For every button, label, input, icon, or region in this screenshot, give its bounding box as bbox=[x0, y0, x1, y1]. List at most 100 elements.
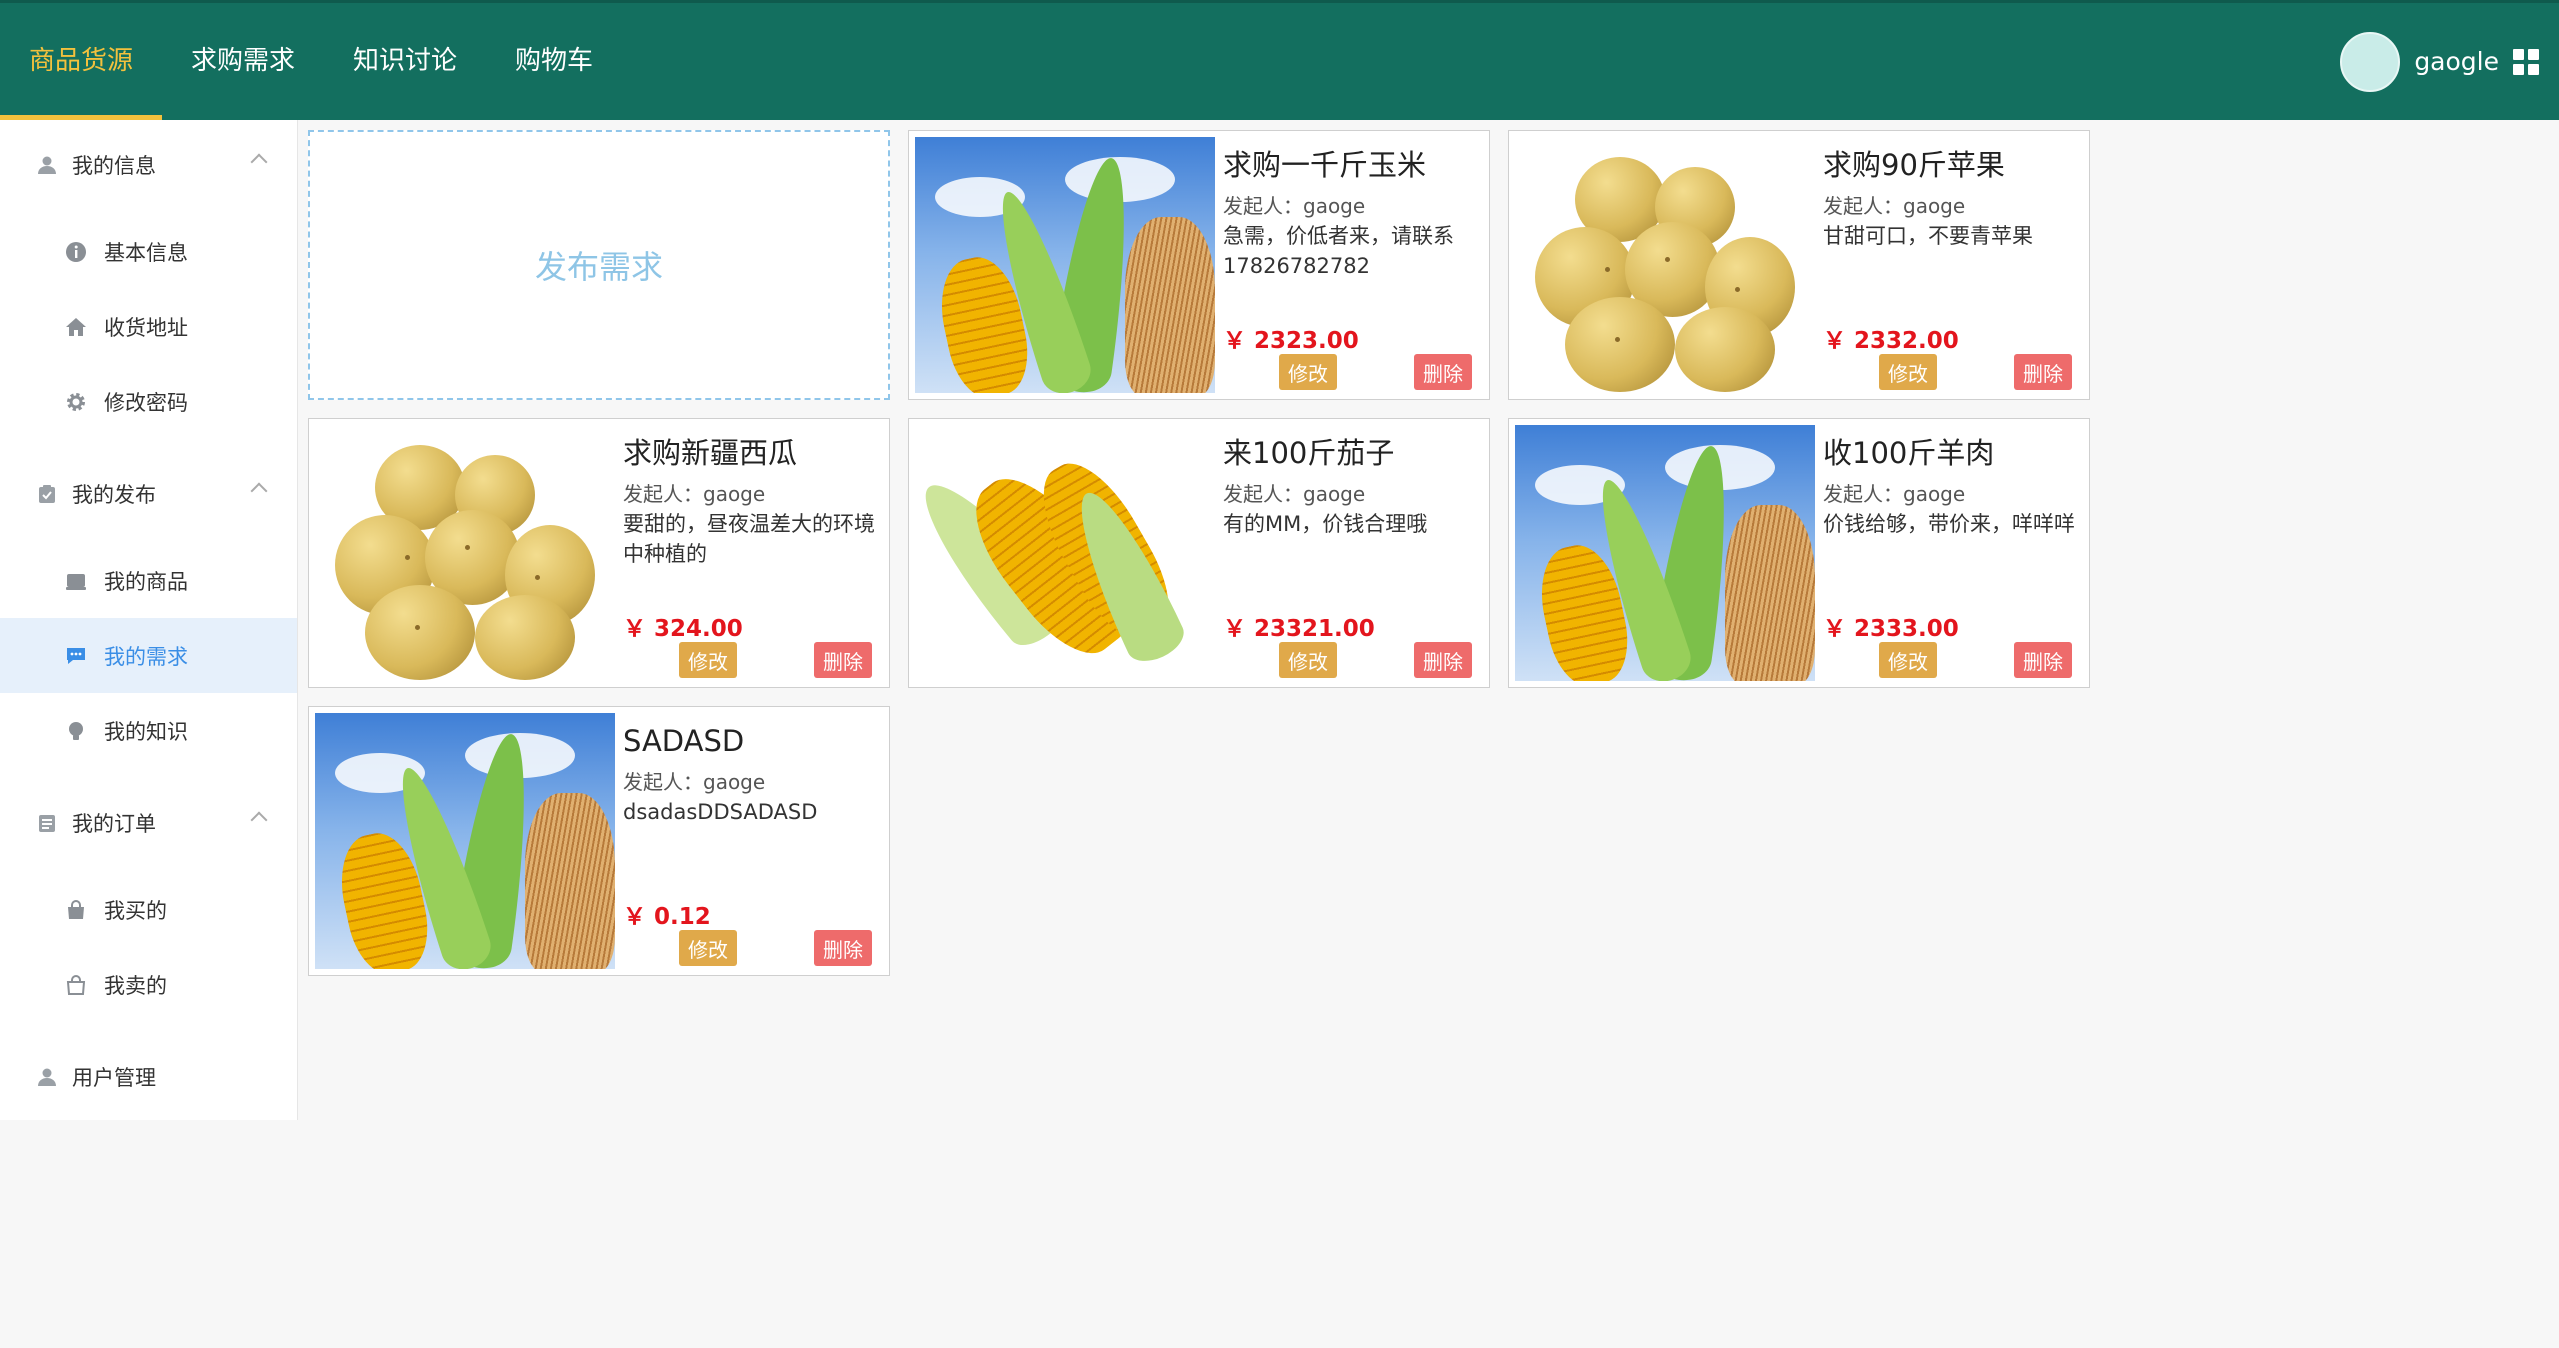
demand-card: 来100斤茄子 发起人：gaoge 有的MM，价钱合理哦 ￥ 23321.00 … bbox=[908, 418, 1490, 688]
sidebar-item-change-password[interactable]: 修改密码 bbox=[0, 364, 297, 439]
nav-cart[interactable]: 购物车 bbox=[486, 3, 622, 120]
edit-button[interactable]: 修改 bbox=[679, 930, 737, 966]
delete-button[interactable]: 删除 bbox=[814, 930, 872, 966]
sidebar-item-label: 我的商品 bbox=[104, 569, 188, 594]
card-poster: 发起人：gaoge bbox=[1823, 194, 1966, 218]
sidebar-group-my-publish[interactable]: 我的发布 bbox=[0, 449, 297, 539]
nav-goods-supply[interactable]: 商品货源 bbox=[0, 3, 163, 120]
card-price: ￥ 2333.00 bbox=[1823, 616, 1959, 642]
bulb-icon bbox=[64, 719, 88, 743]
sidebar-item-my-goods[interactable]: 我的商品 bbox=[0, 543, 297, 618]
card-info: 收100斤羊肉 发起人：gaoge 价钱给够，带价来，咩咩咩 bbox=[1823, 433, 2079, 539]
product-image[interactable] bbox=[915, 137, 1215, 393]
sidebar-item-user-management[interactable]: 用户管理 bbox=[0, 1032, 297, 1122]
demand-card: SADASD 发起人：gaoge dsadasDDSADASD ￥ 0.12 修… bbox=[308, 706, 890, 976]
card-info: 求购新疆西瓜 发起人：gaoge 要甜的，昼夜温差大的环境中种植的 bbox=[623, 433, 879, 569]
sidebar-item-label: 修改密码 bbox=[104, 390, 188, 415]
sidebar-item-label: 基本信息 bbox=[104, 240, 188, 265]
delete-button[interactable]: 删除 bbox=[2014, 642, 2072, 678]
goods-icon bbox=[64, 569, 88, 593]
avatar[interactable] bbox=[2340, 31, 2401, 92]
sidebar-item-label: 我买的 bbox=[104, 898, 167, 923]
card-title[interactable]: 来100斤茄子 bbox=[1223, 433, 1479, 473]
user-area: gaogle bbox=[2340, 3, 2539, 120]
product-image[interactable] bbox=[315, 713, 615, 969]
card-price: ￥ 2323.00 bbox=[1223, 328, 1359, 354]
product-image[interactable] bbox=[1515, 425, 1815, 681]
card-price: ￥ 2332.00 bbox=[1823, 328, 1959, 354]
chevron-up-icon bbox=[250, 811, 268, 829]
sidebar-item-bought[interactable]: 我买的 bbox=[0, 872, 297, 947]
edit-button[interactable]: 修改 bbox=[1879, 354, 1937, 390]
sidebar-group-label: 我的信息 bbox=[72, 154, 156, 178]
bag-icon bbox=[64, 898, 88, 922]
chevron-up-icon bbox=[250, 482, 268, 500]
clipboard-check-icon bbox=[36, 483, 58, 505]
user-icon bbox=[36, 154, 58, 176]
edit-button[interactable]: 修改 bbox=[1879, 642, 1937, 678]
demand-card: 收100斤羊肉 发起人：gaoge 价钱给够，带价来，咩咩咩 ￥ 2333.00… bbox=[1508, 418, 2090, 688]
top-navigation-bar: 商品货源 求购需求 知识讨论 购物车 gaogle bbox=[0, 0, 2559, 120]
publish-demand-button[interactable]: 发布需求 bbox=[308, 130, 890, 400]
card-info: 来100斤茄子 发起人：gaoge 有的MM，价钱合理哦 bbox=[1223, 433, 1479, 539]
sidebar-group-my-info[interactable]: 我的信息 bbox=[0, 120, 297, 210]
card-title[interactable]: 求购90斤苹果 bbox=[1823, 145, 2079, 185]
sidebar-group-my-orders[interactable]: 我的订单 bbox=[0, 778, 297, 868]
sidebar-item-basic-info[interactable]: 基本信息 bbox=[0, 214, 297, 289]
card-title[interactable]: 收100斤羊肉 bbox=[1823, 433, 2079, 473]
card-price: ￥ 23321.00 bbox=[1223, 616, 1375, 642]
demand-card: 求购新疆西瓜 发起人：gaoge 要甜的，昼夜温差大的环境中种植的 ￥ 324.… bbox=[308, 418, 890, 688]
edit-button[interactable]: 修改 bbox=[1279, 354, 1337, 390]
card-description: 要甜的，昼夜温差大的环境中种植的 bbox=[623, 512, 875, 566]
card-info: 求购一千斤玉米 发起人：gaoge 急需，价低者来，请联系17826782782 bbox=[1223, 145, 1479, 281]
card-description: dsadasDDSADASD bbox=[623, 800, 818, 824]
sidebar-item-address[interactable]: 收货地址 bbox=[0, 289, 297, 364]
sidebar-item-sold[interactable]: 我卖的 bbox=[0, 947, 297, 1022]
product-image[interactable] bbox=[915, 425, 1215, 681]
product-image[interactable] bbox=[1515, 137, 1815, 393]
card-poster: 发起人：gaoge bbox=[623, 770, 766, 794]
grid-menu-icon[interactable] bbox=[2513, 48, 2539, 75]
delete-button[interactable]: 删除 bbox=[1414, 642, 1472, 678]
card-title[interactable]: SADASD bbox=[623, 721, 879, 761]
card-description: 甘甜可口，不要青苹果 bbox=[1823, 224, 2033, 248]
list-icon bbox=[36, 812, 58, 834]
chevron-up-icon bbox=[250, 153, 268, 171]
delete-button[interactable]: 删除 bbox=[1414, 354, 1472, 390]
delete-button[interactable]: 删除 bbox=[2014, 354, 2072, 390]
info-icon bbox=[64, 240, 88, 264]
card-info: SADASD 发起人：gaoge dsadasDDSADASD bbox=[623, 721, 879, 827]
nav-purchase-demand[interactable]: 求购需求 bbox=[162, 3, 324, 120]
demand-card: 求购90斤苹果 发起人：gaoge 甘甜可口，不要青苹果 ￥ 2332.00 修… bbox=[1508, 130, 2090, 400]
card-poster: 发起人：gaoge bbox=[623, 482, 766, 506]
sidebar-item-label: 我卖的 bbox=[104, 973, 167, 998]
sidebar-item-my-demand[interactable]: 我的需求 bbox=[0, 618, 297, 693]
sidebar-item-my-knowledge[interactable]: 我的知识 bbox=[0, 693, 297, 768]
sidebar-group-label: 用户管理 bbox=[72, 1066, 156, 1090]
card-title[interactable]: 求购新疆西瓜 bbox=[623, 433, 879, 473]
sidebar-group-label: 我的发布 bbox=[72, 483, 156, 507]
edit-button[interactable]: 修改 bbox=[679, 642, 737, 678]
chat-icon bbox=[64, 644, 88, 668]
card-description: 急需，价低者来，请联系17826782782 bbox=[1223, 224, 1454, 278]
home-icon bbox=[64, 315, 88, 339]
card-title[interactable]: 求购一千斤玉米 bbox=[1223, 145, 1479, 185]
nav-knowledge[interactable]: 知识讨论 bbox=[324, 3, 486, 120]
card-poster: 发起人：gaoge bbox=[1823, 482, 1966, 506]
gear-icon bbox=[64, 390, 88, 414]
sidebar: 我的信息 基本信息 收货地址 修改密码 我的发布 我的商品 我的需求 我的知识 … bbox=[0, 120, 298, 1120]
edit-button[interactable]: 修改 bbox=[1279, 642, 1337, 678]
card-poster: 发起人：gaoge bbox=[1223, 482, 1366, 506]
user-admin-icon bbox=[36, 1066, 58, 1088]
product-image[interactable] bbox=[315, 425, 615, 681]
top-nav-menu: 商品货源 求购需求 知识讨论 购物车 bbox=[0, 3, 622, 120]
bag-outline-icon bbox=[64, 973, 88, 997]
delete-button[interactable]: 删除 bbox=[814, 642, 872, 678]
card-price: ￥ 324.00 bbox=[623, 616, 743, 642]
card-price: ￥ 0.12 bbox=[623, 904, 711, 930]
card-info: 求购90斤苹果 发起人：gaoge 甘甜可口，不要青苹果 bbox=[1823, 145, 2079, 251]
username[interactable]: gaogle bbox=[2414, 47, 2499, 76]
card-description: 有的MM，价钱合理哦 bbox=[1223, 512, 1428, 536]
card-poster: 发起人：gaoge bbox=[1223, 194, 1366, 218]
sidebar-item-label: 我的需求 bbox=[104, 644, 188, 669]
